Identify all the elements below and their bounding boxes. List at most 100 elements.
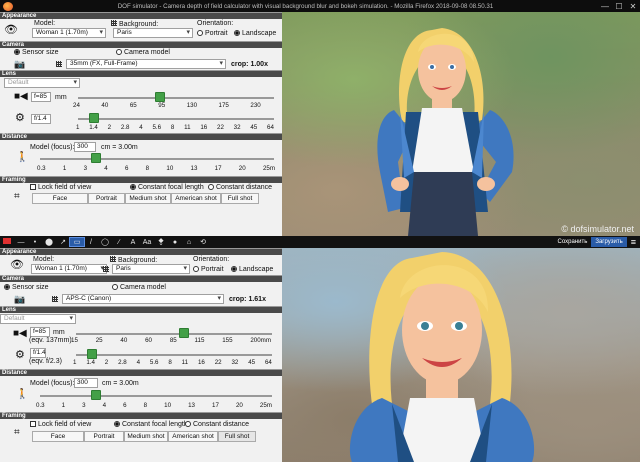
shot-american-button[interactable]: American shot <box>171 193 221 204</box>
shot-full-button[interactable]: Full shot <box>218 431 256 442</box>
focal-length-input[interactable]: f=85 <box>31 92 51 102</box>
distance-tick: 8 <box>143 402 148 409</box>
undo-icon[interactable]: ⟲ <box>196 238 210 246</box>
distance-track[interactable] <box>40 395 272 397</box>
sensor-size-option[interactable]: Sensor size <box>4 284 49 291</box>
model-select[interactable]: Woman 1 (1.70m) <box>31 264 107 274</box>
const-focal-radio[interactable] <box>130 184 136 190</box>
focal-length-track[interactable] <box>76 333 272 335</box>
distance-ticks: 0.3 1 3 4 6 8 10 13 17 20 25m <box>36 402 272 409</box>
blur-tool-icon[interactable]: ⧪ <box>154 238 168 246</box>
const-focal-option[interactable]: Constant focal length <box>130 184 204 191</box>
focus-distance-input[interactable]: 300 <box>74 142 96 152</box>
landscape-radio[interactable] <box>234 30 240 36</box>
aperture-input[interactable]: f/1.4 <box>30 348 46 358</box>
aperture-slider[interactable] <box>88 113 99 123</box>
focal-length-input[interactable]: f=85 <box>30 327 50 337</box>
sensor-select[interactable]: 35mm (FX, Full-Frame) <box>66 59 226 69</box>
portrait-radio[interactable] <box>197 30 203 36</box>
save-button[interactable]: Сохранить <box>554 237 592 247</box>
orientation-portrait[interactable]: Portrait <box>197 30 228 37</box>
focal-length-track[interactable] <box>78 97 274 99</box>
aperture-track[interactable] <box>76 354 272 356</box>
portrait-radio[interactable] <box>193 266 199 272</box>
pen-tool-icon[interactable]: ∕ <box>112 239 126 246</box>
menu-icon[interactable]: ≡ <box>627 237 640 247</box>
aperture-tick: 4 <box>139 124 143 131</box>
line-tool-icon[interactable]: / <box>84 239 98 246</box>
model-select[interactable]: Woman 1 (1.70m) <box>32 28 106 38</box>
const-focal-option[interactable]: Constant focal length <box>114 421 188 428</box>
background-select[interactable]: Paris <box>113 28 193 38</box>
aperture-track[interactable] <box>78 118 274 120</box>
aperture-tick: 32 <box>233 124 241 131</box>
distance-slider[interactable] <box>91 153 102 163</box>
shot-american-button[interactable]: American shot <box>168 431 218 442</box>
orientation-landscape[interactable]: Landscape <box>231 266 273 273</box>
distance-track[interactable] <box>40 158 274 160</box>
lock-fov-option[interactable]: Lock field of view <box>30 421 91 428</box>
aperture-input[interactable]: f/1.4 <box>31 114 51 124</box>
crop-frame-icon: ⌗ <box>14 427 20 438</box>
const-distance-option[interactable]: Constant distance <box>208 184 272 191</box>
top-control-panel: Appearance 👁 Model: Woman 1 (1.70m) Back… <box>0 12 282 236</box>
shot-medium-button[interactable]: Medium shot <box>124 431 168 442</box>
ellipse-tool-icon[interactable]: ◯ <box>98 238 112 246</box>
lens-preset-select[interactable]: Default <box>0 314 76 324</box>
minimize-button[interactable]: — <box>598 2 612 11</box>
dot-large-icon[interactable]: ⬤ <box>42 238 56 246</box>
sensor-select[interactable]: APS-C (Canon) <box>62 294 224 304</box>
orientation-portrait[interactable]: Portrait <box>193 266 224 273</box>
shot-face-button[interactable]: Face <box>32 431 84 442</box>
focal-length-slider[interactable] <box>155 92 166 102</box>
line-width-icon[interactable]: — <box>14 239 28 246</box>
shot-portrait-button[interactable]: Portrait <box>88 193 125 204</box>
text-tool-icon[interactable]: A <box>126 239 140 246</box>
const-distance-radio[interactable] <box>185 421 191 427</box>
lock-fov-option[interactable]: Lock field of view <box>30 184 91 191</box>
aperture-tick: 16 <box>200 124 208 131</box>
marker-tool-icon[interactable]: ● <box>168 239 182 246</box>
arrow-tool-icon[interactable]: ↗ <box>56 238 70 246</box>
section-lens: Lens <box>0 306 282 313</box>
crop-tool-icon[interactable]: ⌂ <box>182 239 196 246</box>
sensor-size-radio[interactable] <box>14 49 20 55</box>
camera-model-radio[interactable] <box>112 284 118 290</box>
sensor-size-radio[interactable] <box>4 284 10 290</box>
landscape-radio[interactable] <box>231 266 237 272</box>
maximize-button[interactable]: ☐ <box>612 2 626 11</box>
camera-model-radio[interactable] <box>116 49 122 55</box>
orientation-landscape[interactable]: Landscape <box>234 30 276 37</box>
const-distance-label: Constant distance <box>216 184 273 191</box>
focus-distance-input[interactable]: 300 <box>74 378 98 388</box>
close-button[interactable]: ✕ <box>626 2 640 11</box>
rectangle-tool-icon[interactable]: ▭ <box>69 237 85 247</box>
lock-fov-checkbox[interactable] <box>30 421 36 427</box>
aperture-tick: 32 <box>231 359 239 366</box>
camera-model-option[interactable]: Camera model <box>112 284 166 291</box>
aperture-tick: 1 <box>73 359 77 366</box>
shot-face-button[interactable]: Face <box>32 193 88 204</box>
color-swatch[interactable] <box>0 238 14 246</box>
lens-preset-select[interactable]: Default <box>4 78 80 88</box>
aperture-tick: 11 <box>181 359 189 366</box>
font-tool-icon[interactable]: Aa <box>140 239 154 246</box>
portrait-label: Portrait <box>201 266 224 273</box>
focal-tick: 25 <box>95 337 103 344</box>
aperture-slider[interactable] <box>86 349 97 359</box>
distance-slider[interactable] <box>90 390 101 400</box>
shot-full-button[interactable]: Full shot <box>221 193 259 204</box>
lock-fov-checkbox[interactable] <box>30 184 36 190</box>
background-select[interactable]: Paris <box>112 264 190 274</box>
camera-model-option[interactable]: Camera model <box>116 49 170 56</box>
dot-small-icon[interactable]: • <box>28 239 42 246</box>
upload-button[interactable]: Загрузить <box>591 237 627 247</box>
shot-portrait-button[interactable]: Portrait <box>84 431 124 442</box>
const-distance-radio[interactable] <box>208 184 214 190</box>
lock-fov-label: Lock field of view <box>38 421 92 428</box>
aperture-tick: 16 <box>197 359 205 366</box>
const-distance-option[interactable]: Constant distance <box>185 421 249 428</box>
sensor-size-option[interactable]: Sensor size <box>14 49 59 56</box>
shot-medium-button[interactable]: Medium shot <box>125 193 171 204</box>
const-focal-radio[interactable] <box>114 421 120 427</box>
